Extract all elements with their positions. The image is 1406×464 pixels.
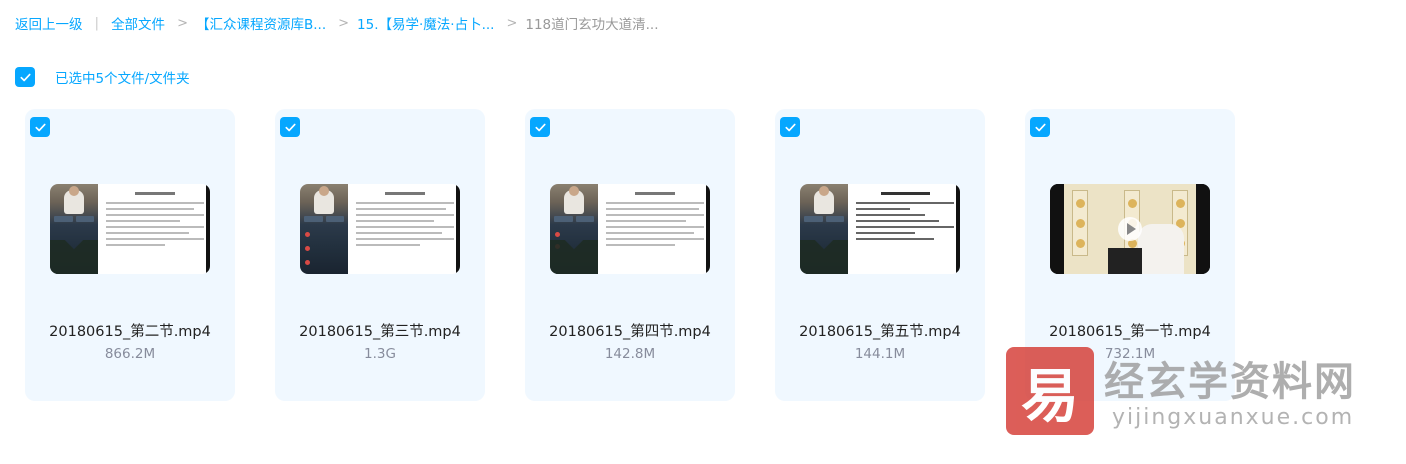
watermark-logo: 易 <box>1006 347 1094 435</box>
file-size: 142.8M <box>604 346 656 362</box>
back-link[interactable]: 返回上一级 <box>15 13 83 33</box>
watermark-title: 经玄学资料网 <box>1104 359 1356 405</box>
file-card[interactable]: 20180615_第四节.mp4 142.8M <box>525 109 735 401</box>
check-icon <box>284 123 296 131</box>
breadcrumb-divider: | <box>94 15 100 31</box>
breadcrumb-separator-icon: > <box>338 15 350 31</box>
watermark: 易 经玄学资料网 yijingxuanxue.com <box>1004 347 1394 437</box>
breadcrumb-separator-icon: > <box>506 15 518 31</box>
file-checkbox[interactable] <box>780 117 800 137</box>
file-checkbox[interactable] <box>530 117 550 137</box>
selection-count-label: 已选中5个文件/文件夹 <box>55 71 190 87</box>
check-icon <box>19 73 31 81</box>
check-icon <box>784 123 796 131</box>
select-all-checkbox[interactable] <box>15 67 35 87</box>
file-card[interactable]: 20180615_第五节.mp4 144.1M <box>775 109 985 401</box>
breadcrumb-item-level-2[interactable]: 15.【易学·魔法·占卜... <box>357 13 494 33</box>
file-name[interactable]: 20180615_第五节.mp4 <box>775 320 985 341</box>
check-icon <box>1034 123 1046 131</box>
selection-bar: 已选中5个文件/文件夹 <box>15 67 190 87</box>
file-card[interactable]: 20180615_第二节.mp4 866.2M <box>25 109 235 401</box>
file-name[interactable]: 20180615_第一节.mp4 <box>1025 320 1235 341</box>
file-checkbox[interactable] <box>1030 117 1050 137</box>
file-card[interactable]: 20180615_第三节.mp4 1.3G <box>275 109 485 401</box>
watermark-url: yijingxuanxue.com <box>1112 405 1355 430</box>
check-icon <box>34 123 46 131</box>
video-thumbnail[interactable] <box>800 184 960 274</box>
breadcrumb: 返回上一级 | 全部文件 > 【汇众课程资源库B... > 15.【易学·魔法·… <box>15 12 659 34</box>
file-name[interactable]: 20180615_第三节.mp4 <box>275 320 485 341</box>
video-thumbnail[interactable] <box>300 184 460 274</box>
breadcrumb-item-current: 118道门玄功大道清... <box>525 17 659 33</box>
file-checkbox[interactable] <box>30 117 50 137</box>
file-name[interactable]: 20180615_第四节.mp4 <box>525 320 735 341</box>
video-thumbnail[interactable] <box>1050 184 1210 274</box>
file-size: 144.1M <box>854 346 906 362</box>
file-checkbox[interactable] <box>280 117 300 137</box>
play-icon[interactable] <box>1118 217 1142 241</box>
breadcrumb-item-all-files[interactable]: 全部文件 <box>111 13 165 33</box>
check-icon <box>534 123 546 131</box>
video-thumbnail[interactable] <box>550 184 710 274</box>
breadcrumb-item-level-1[interactable]: 【汇众课程资源库B... <box>196 13 326 33</box>
breadcrumb-separator-icon: > <box>177 15 188 31</box>
video-thumbnail[interactable] <box>50 184 210 274</box>
file-size: 866.2M <box>104 346 156 362</box>
file-name[interactable]: 20180615_第二节.mp4 <box>25 320 235 341</box>
file-size: 1.3G <box>364 346 396 362</box>
